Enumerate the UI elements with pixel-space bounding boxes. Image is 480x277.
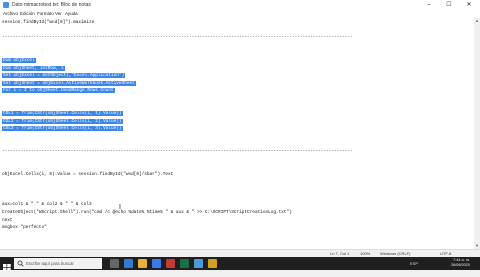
menu-ayuda[interactable]: Ayuda [65, 11, 78, 17]
notepad-taskbar-icon[interactable] [194, 259, 203, 268]
editor-line: objExcel.Cells(i, 6).Value = session.fin… [2, 172, 173, 178]
editor-line-text: COL3 = Trim(CStr(objSheet.Cells(i, 3).Va… [2, 126, 123, 132]
editor-line-text: objExcel.Cells(i, 6).Value = session.fin… [2, 172, 174, 177]
window-title: Dato mimacrotest.txt: Bloc de notas [12, 2, 91, 8]
text-editor[interactable]: session.findById("wnd[0]").maximize -----… [0, 18, 474, 249]
clock-date: 26/08/2020 [450, 263, 470, 267]
editor-line: For i = 2 to objSheet.UsedRange.Rows.Cou… [2, 88, 115, 94]
office-icon[interactable] [166, 259, 175, 268]
editor-line-text: ----------------------------------------… [2, 35, 353, 41]
taskbar-search[interactable]: Escribe aquí para buscar [14, 258, 102, 269]
file-explorer-icon[interactable] [138, 259, 147, 268]
editor-line-text: next [2, 217, 13, 223]
editor-line-text: ----------------------------------------… [2, 149, 353, 155]
app-taskbar-icon[interactable] [208, 259, 217, 268]
editor-line: COL2 = Trim(CStr(objSheet.Cells(i, 2).Va… [2, 118, 123, 125]
search-icon [17, 260, 24, 267]
editor-line-text: aux=col1 & " " & col2 & " " & col3 [2, 202, 92, 208]
task-view-icon[interactable] [110, 259, 119, 268]
editor-line: next [2, 218, 13, 224]
editor-line: Dim objSheet, intRow, i [2, 65, 65, 72]
editor-line: Dim objExcel [2, 58, 36, 64]
editor-line: COL3 = Trim(CStr(objSheet.Cells(i, 3).Va… [2, 126, 123, 132]
editor-line-text: COL2 = Trim(CStr(objSheet.Cells(i, 2).Va… [2, 118, 123, 124]
menu-bar: Archivo Edición Formato Ver Ayuda [0, 10, 480, 18]
maximize-button[interactable]: ☐ [440, 0, 458, 10]
editor-line-text: Set objSheet = objExcel.ActiveWorkbook.A… [2, 80, 136, 86]
menu-formato[interactable]: Formato [37, 11, 54, 17]
notepad-window: Dato mimacrotest.txt: Bloc de notas – ☐ … [0, 0, 480, 257]
edge-icon[interactable] [124, 259, 133, 268]
status-bar: Ln 7, Col 1 100% Windows (CRLF) UTF-8 [0, 249, 480, 257]
editor-line: Set objSheet = objExcel.ActiveWorkbook.A… [2, 80, 136, 87]
editor-line: aux=col1 & " " & col2 & " " & col3 [2, 202, 92, 208]
editor-line-text: CreateObject("WScript.Shell").run("cmd /… [2, 210, 292, 215]
store-icon[interactable] [152, 259, 161, 268]
editor-line-text: COL1 = Trim(CStr(objSheet.Cells(i, 1).Va… [2, 111, 123, 117]
title-bar[interactable]: Dato mimacrotest.txt: Bloc de notas – ☐ … [0, 0, 480, 10]
language-indicator[interactable]: ESP [410, 260, 418, 267]
minimize-button[interactable]: – [420, 0, 438, 10]
editor-line: Set objExcel = GetObject(,"Excel.Applica… [2, 73, 126, 79]
editor-line-text: Dim objExcel [2, 58, 36, 63]
editor-line-text: session.findById("wnd[0]").maximize [2, 20, 95, 25]
taskbar: Escribe aquí para buscar ESP 7:44 a. m. … [0, 257, 480, 271]
menu-ver[interactable]: Ver [55, 11, 62, 17]
editor-line: CreateObject("WScript.Shell").run("cmd /… [2, 210, 292, 216]
clock[interactable]: 7:44 a. m. 26/08/2020 [451, 258, 470, 268]
windows-start-icon[interactable] [2, 259, 12, 271]
editor-line: COL1 = Trim(CStr(objSheet.Cells(i, 1).Va… [2, 111, 123, 117]
close-button[interactable]: ✕ [460, 0, 478, 10]
vertical-scrollbar[interactable]: ▲ ▼ [474, 18, 480, 249]
editor-line-text: Set objExcel = GetObject(,"Excel.Applica… [2, 73, 126, 79]
mouse-text-cursor-icon: I [119, 204, 121, 211]
editor-line-text: For i = 2 to objSheet.UsedRange.Rows.Cou… [2, 88, 115, 94]
scroll-up-icon[interactable]: ▲ [474, 18, 480, 24]
excel-icon[interactable] [180, 259, 189, 268]
editor-line: ----------------------------------------… [2, 35, 352, 41]
editor-line: ----------------------------------------… [2, 149, 352, 155]
editor-line-text: Dim objSheet, intRow, i [2, 65, 65, 71]
editor-line: msgbox "perfecto" [2, 225, 47, 231]
menu-edicion[interactable]: Edición [20, 11, 35, 17]
search-placeholder: Escribe aquí para buscar [26, 261, 74, 266]
menu-archivo[interactable]: Archivo [3, 11, 18, 17]
editor-line: session.findById("wnd[0]").maximize [2, 20, 94, 26]
editor-line-text: msgbox "perfecto" [2, 225, 47, 231]
notepad-icon [3, 2, 9, 8]
